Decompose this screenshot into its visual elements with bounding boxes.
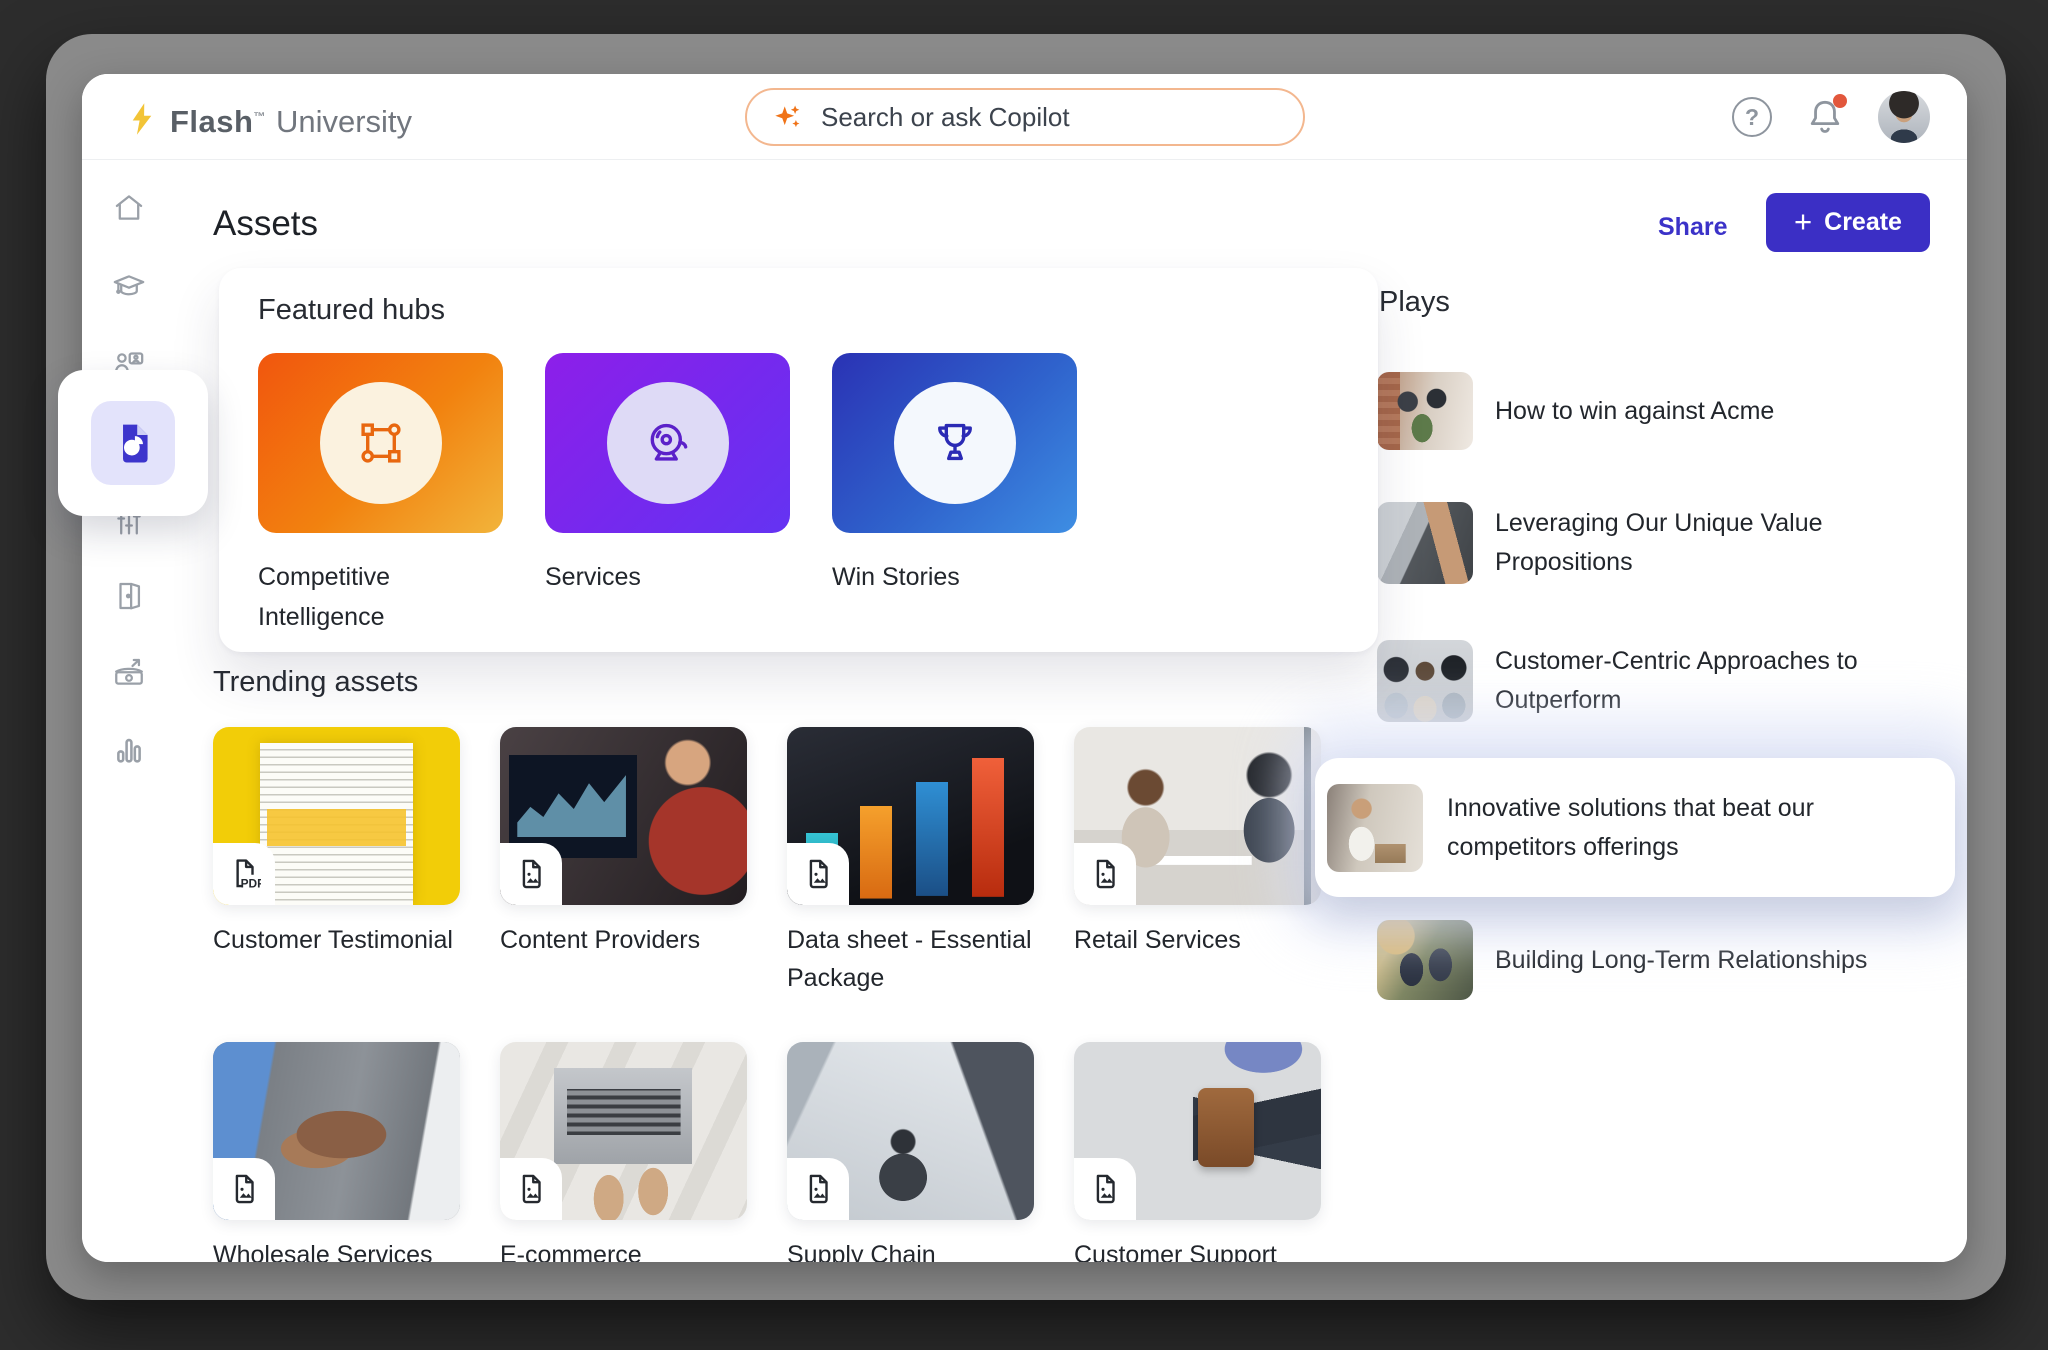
- play-label: Customer-Centric Approaches to Outperfor…: [1495, 642, 1925, 720]
- notification-dot: [1833, 94, 1847, 108]
- hub-label: Services: [545, 557, 790, 597]
- hub-services[interactable]: Services: [545, 353, 790, 597]
- image-file-icon: [1088, 1172, 1122, 1206]
- notifications-button[interactable]: [1804, 96, 1846, 138]
- asset-label: Customer Testimonial: [213, 921, 460, 959]
- play-label: How to win against Acme: [1495, 392, 1774, 431]
- featured-hubs-title: Featured hubs: [258, 294, 445, 327]
- hub-icon-disc: [320, 382, 442, 504]
- image-file-icon: [514, 857, 548, 891]
- play-label: Building Long-Term Relationships: [1495, 941, 1867, 980]
- brand-logo: Flash™ University: [124, 96, 412, 140]
- help-icon[interactable]: ?: [1732, 97, 1772, 137]
- graduation-cap-icon[interactable]: [112, 270, 146, 304]
- header-actions: ?: [1732, 74, 1930, 160]
- page-title: Assets: [213, 204, 318, 244]
- image-badge: [1074, 1158, 1136, 1220]
- hub-competitive-intelligence[interactable]: Competitive Intelligence: [258, 353, 503, 637]
- bar-chart-icon[interactable]: [112, 733, 146, 767]
- asset-card-content-providers[interactable]: Content Providers: [500, 727, 747, 959]
- trademark: ™: [253, 110, 266, 124]
- create-button[interactable]: + Create: [1766, 193, 1930, 252]
- pdf-badge: PDF: [213, 843, 275, 905]
- image-badge: [500, 1158, 562, 1220]
- asset-label: Data sheet - Essential Package: [787, 921, 1034, 997]
- image-badge: [787, 843, 849, 905]
- hub-label: Competitive Intelligence: [258, 557, 503, 637]
- play-item-customer-centric[interactable]: Customer-Centric Approaches to Outperfor…: [1377, 640, 1937, 722]
- image-badge: [1074, 843, 1136, 905]
- trophy-icon: [926, 414, 984, 472]
- product-name: University: [276, 104, 412, 140]
- asset-card-supply-chain[interactable]: Supply Chain: [787, 1042, 1034, 1262]
- image-file-icon: [227, 1172, 261, 1206]
- asset-card-customer-testimonial[interactable]: PDF Customer Testimonial: [213, 727, 460, 959]
- asset-label: Supply Chain: [787, 1236, 1034, 1262]
- create-button-label: Create: [1824, 208, 1902, 237]
- play-thumbnail: [1327, 784, 1423, 872]
- sidebar-active-tile: [91, 401, 175, 485]
- lightning-bolt-icon: [124, 101, 160, 137]
- play-item-innovative-solutions[interactable]: Innovative solutions that beat our compe…: [1315, 758, 1955, 897]
- play-label: Leveraging Our Unique Value Propositions: [1495, 504, 1925, 582]
- revenue-icon[interactable]: [112, 656, 146, 690]
- image-file-icon: [801, 857, 835, 891]
- image-file-icon: [514, 1172, 548, 1206]
- asset-card-ecommerce[interactable]: E-commerce: [500, 1042, 747, 1262]
- app-window-content: Flash™ University Search or ask Copilot …: [82, 74, 1967, 1262]
- hub-label: Win Stories: [832, 557, 1077, 597]
- asset-label: Content Providers: [500, 921, 747, 959]
- play-thumbnail: [1377, 372, 1473, 450]
- asset-label: Retail Services: [1074, 921, 1321, 959]
- search-placeholder: Search or ask Copilot: [821, 102, 1070, 133]
- top-bar: Flash™ University Search or ask Copilot …: [82, 74, 1967, 160]
- hub-tile: [545, 353, 790, 533]
- sparkle-icon: [773, 102, 803, 132]
- play-item-leveraging-value[interactable]: Leveraging Our Unique Value Propositions: [1377, 502, 1937, 584]
- play-label: Innovative solutions that beat our compe…: [1447, 789, 1907, 867]
- hub-tile: [258, 353, 503, 533]
- screenshot-root: { "header": { "brand": "Flash", "brand_t…: [0, 0, 2048, 1350]
- play-thumbnail: [1377, 640, 1473, 722]
- svg-text:PDF: PDF: [241, 877, 261, 891]
- image-badge: [787, 1158, 849, 1220]
- door-open-icon[interactable]: [112, 579, 146, 613]
- asset-card-customer-support[interactable]: Customer Support: [1074, 1042, 1321, 1262]
- image-file-icon: [1088, 857, 1122, 891]
- share-button[interactable]: Share: [1658, 213, 1727, 242]
- hub-tile: [832, 353, 1077, 533]
- document-pie-chart-icon: [110, 420, 156, 466]
- asset-label: Customer Support: [1074, 1236, 1321, 1262]
- sidebar-item-assets-active[interactable]: [58, 370, 208, 516]
- pdf-file-icon: PDF: [227, 857, 261, 891]
- alarm-bell-icon: [639, 414, 697, 472]
- hub-icon-disc: [894, 382, 1016, 504]
- home-icon[interactable]: [112, 191, 146, 225]
- asset-card-data-sheet[interactable]: Data sheet - Essential Package: [787, 727, 1034, 997]
- hub-win-stories[interactable]: Win Stories: [832, 353, 1077, 597]
- asset-label: E-commerce: [500, 1236, 747, 1262]
- user-avatar[interactable]: [1878, 91, 1930, 143]
- brand-name: Flash™: [170, 104, 266, 140]
- trending-assets-title: Trending assets: [213, 666, 418, 699]
- image-badge: [213, 1158, 275, 1220]
- play-thumbnail: [1377, 502, 1473, 584]
- search-input[interactable]: Search or ask Copilot: [745, 88, 1305, 146]
- asset-card-retail-services[interactable]: Retail Services: [1074, 727, 1321, 959]
- image-file-icon: [801, 1172, 835, 1206]
- featured-hubs-card: Featured hubs Competitive Intelligence: [219, 268, 1378, 652]
- plays-title: Plays: [1379, 286, 1450, 319]
- play-item-how-to-win[interactable]: How to win against Acme: [1377, 372, 1937, 450]
- object-group-icon: [352, 414, 410, 472]
- hub-icon-disc: [607, 382, 729, 504]
- asset-card-wholesale-services[interactable]: Wholesale Services: [213, 1042, 460, 1262]
- app-window: Flash™ University Search or ask Copilot …: [82, 74, 1967, 1262]
- asset-label: Wholesale Services: [213, 1236, 460, 1262]
- image-badge: [500, 843, 562, 905]
- plus-icon: +: [1794, 204, 1812, 240]
